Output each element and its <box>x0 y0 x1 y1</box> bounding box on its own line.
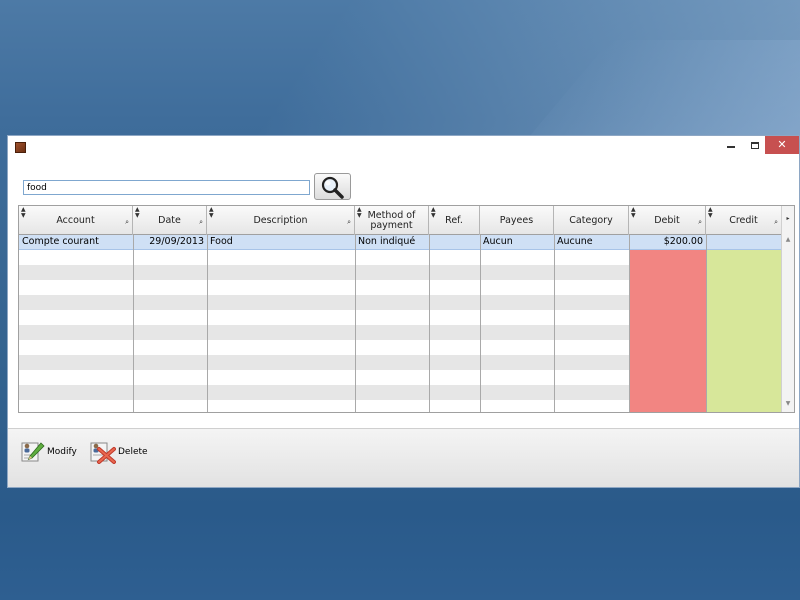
column-divider <box>355 235 356 412</box>
filter-icon[interactable]: ⌕ <box>347 217 351 227</box>
column-header-label: Ref. <box>445 214 463 226</box>
chevron-right-icon[interactable]: ▸ <box>782 215 794 222</box>
title-bar[interactable]: ✕ <box>8 136 799 158</box>
sort-icon[interactable]: ▲ ▼ <box>209 207 214 219</box>
column-header-label: Description <box>253 214 308 226</box>
column-header-date[interactable]: ▲ ▼ Date ⌕ <box>133 206 207 235</box>
maximize-icon <box>751 141 759 149</box>
cell-credit <box>706 235 782 250</box>
grid-header: ▲ ▼ Account ⌕ ▲ ▼ Date ⌕ ▲ ▼ Description ⌕ … <box>19 206 794 235</box>
cell-ref <box>429 235 480 250</box>
search-button[interactable] <box>314 173 351 200</box>
filter-icon[interactable]: ⌕ <box>199 217 203 227</box>
column-header-label: Credit <box>729 214 758 226</box>
empty-row <box>19 265 629 280</box>
scroll-up-arrow[interactable]: ▲ <box>782 236 794 246</box>
column-header-label: Debit <box>654 214 680 226</box>
column-header-label: Payees <box>499 214 534 226</box>
column-header-account[interactable]: ▲ ▼ Account ⌕ <box>19 206 133 235</box>
sort-icon[interactable]: ▲ ▼ <box>708 207 713 219</box>
column-header-category[interactable]: Category <box>554 206 629 235</box>
empty-row <box>19 370 629 385</box>
cell-category: Aucune <box>557 236 593 247</box>
cell-payees: Aucun <box>483 236 513 247</box>
column-divider <box>554 235 555 412</box>
column-divider <box>480 235 481 412</box>
empty-row <box>19 355 629 370</box>
app-window: ✕ ▲▼ Account ⌕ ▲▼ Date ⌕ ▲▼ Description <box>7 135 800 488</box>
magnifier-icon <box>321 176 344 199</box>
filter-icon[interactable]: ⌕ <box>125 217 129 227</box>
empty-row <box>19 310 629 325</box>
app-icon <box>15 142 26 153</box>
column-header-description[interactable]: ▲ ▼ Description ⌕ <box>207 206 355 235</box>
minimize-icon <box>727 146 735 148</box>
vertical-scrollbar[interactable]: ▸ ▲ ▼ <box>781 206 794 412</box>
column-header-label: Date <box>158 214 181 226</box>
column-header-payees[interactable]: Payees <box>480 206 554 235</box>
scroll-down-arrow[interactable]: ▼ <box>782 400 794 410</box>
column-header-label: Account <box>56 214 95 226</box>
modify-button[interactable]: Modify <box>21 439 77 465</box>
empty-row <box>19 400 629 412</box>
column-divider <box>706 235 707 412</box>
sort-icon[interactable]: ▲ ▼ <box>21 207 26 219</box>
empty-row <box>19 250 629 265</box>
cell-account: Compte courant <box>22 236 99 247</box>
maximize-button[interactable] <box>743 136 767 154</box>
user-edit-icon <box>21 442 45 462</box>
cell-date: 29/09/2013 <box>149 236 204 247</box>
debit-column-highlight <box>629 250 706 412</box>
credit-column-highlight <box>706 250 782 412</box>
close-icon: ✕ <box>777 138 787 151</box>
cell-method: Non indiqué <box>358 236 416 247</box>
minimize-button[interactable] <box>719 136 743 154</box>
cell-description: Food <box>210 236 233 247</box>
column-divider <box>429 235 430 412</box>
cell-debit: $200.00 <box>663 236 703 247</box>
empty-row <box>19 340 629 355</box>
transactions-grid: ▲ ▼ Account ⌕ ▲ ▼ Date ⌕ ▲ ▼ Description ⌕ … <box>18 205 795 413</box>
action-toolbar: Modify Delete <box>8 428 799 487</box>
column-divider <box>629 235 630 412</box>
sort-icon[interactable]: ▲ ▼ <box>357 207 362 219</box>
search-input[interactable] <box>23 180 310 195</box>
delete-button[interactable]: Delete <box>90 439 148 465</box>
modify-label: Modify <box>47 447 77 457</box>
column-header-ref[interactable]: ▲ ▼ Ref. <box>429 206 480 235</box>
user-delete-icon <box>90 442 116 464</box>
filter-icon[interactable]: ⌕ <box>698 217 702 227</box>
column-divider <box>207 235 208 412</box>
close-button[interactable]: ✕ <box>765 136 799 154</box>
empty-row <box>19 385 629 400</box>
column-header-debit[interactable]: ▲ ▼ Debit ⌕ <box>629 206 706 235</box>
column-header-label: Category <box>569 214 613 226</box>
sort-icon[interactable]: ▲ ▼ <box>631 207 636 219</box>
sort-icon[interactable]: ▲ ▼ <box>431 207 436 219</box>
column-header-credit[interactable]: ▲ ▼ Credit ⌕ <box>706 206 782 235</box>
delete-label: Delete <box>118 447 148 457</box>
empty-row <box>19 325 629 340</box>
column-header-label: Method of payment <box>367 209 416 231</box>
empty-row <box>19 295 629 310</box>
sort-icon[interactable]: ▲ ▼ <box>135 207 140 219</box>
column-divider <box>133 235 134 412</box>
column-header-method[interactable]: ▲ ▼ Method of payment <box>355 206 429 235</box>
filter-icon[interactable]: ⌕ <box>774 217 778 227</box>
empty-row <box>19 280 629 295</box>
